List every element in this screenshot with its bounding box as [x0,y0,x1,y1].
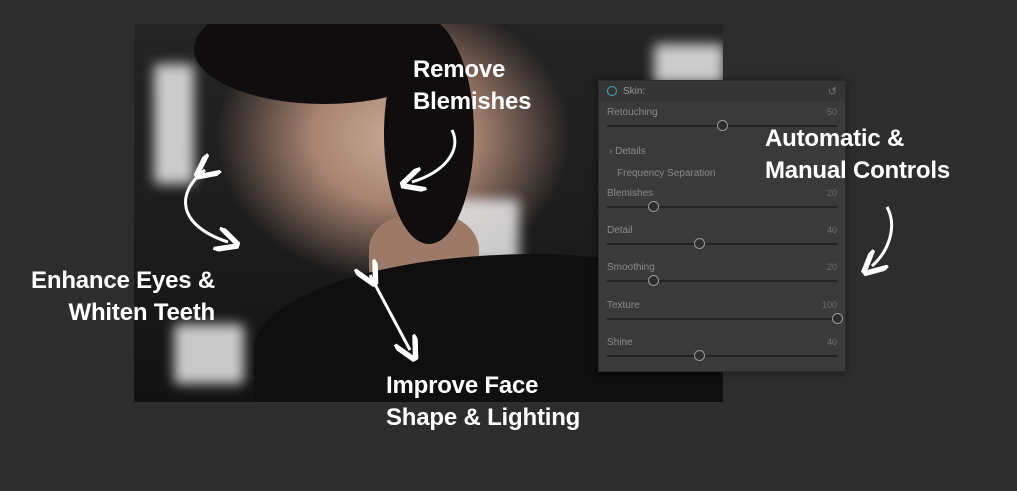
arrow-icon [184,170,228,242]
arrow-icon [412,129,457,182]
arrow-icon [872,206,894,266]
arrow-icon [370,275,410,350]
annotation-arrows [184,129,894,491]
